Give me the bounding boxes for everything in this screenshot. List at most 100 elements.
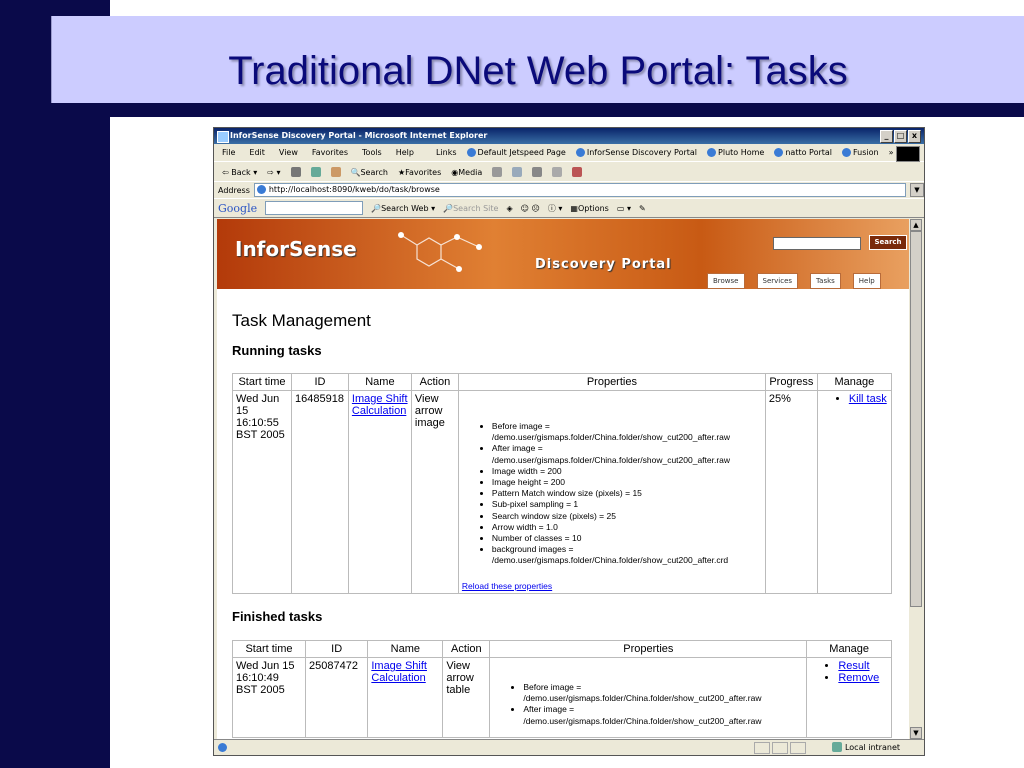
property-item: After image = /demo.user/gismaps.folder/… [492, 443, 762, 465]
home-icon[interactable] [330, 167, 341, 177]
task-name-link[interactable]: Image Shift Calculation [371, 660, 427, 684]
search-site-button[interactable]: 🔎Search Site [443, 204, 498, 213]
links-more-button[interactable]: » [889, 148, 894, 157]
col-name: Name [367, 640, 444, 658]
remove-link[interactable]: Remove [838, 672, 879, 684]
google-logo[interactable]: Google [218, 202, 257, 215]
manage-list: Kill task [821, 393, 888, 405]
vertical-scrollbar[interactable]: ▲ ▼ [910, 219, 922, 739]
task-properties: Before image = /demo.user/gismaps.folder… [489, 657, 808, 738]
nav-services[interactable]: Services [756, 273, 799, 289]
result-link[interactable]: Result [838, 660, 869, 672]
page-viewport: InforSense Discovery Portal Search Brows… [217, 219, 909, 739]
close-button[interactable]: x [908, 130, 921, 143]
scroll-down-button[interactable]: ▼ [910, 727, 922, 739]
window-title: InforSense Discovery Portal - Microsoft … [230, 131, 488, 140]
minimize-button[interactable]: _ [880, 130, 893, 143]
messenger-icon[interactable] [572, 167, 583, 177]
smiley-icon[interactable]: ☺ ☹ [521, 204, 540, 213]
nav-help[interactable]: Help [852, 273, 881, 289]
window-titlebar[interactable]: InforSense Discovery Portal - Microsoft … [214, 128, 924, 144]
task-id: 16485918 [291, 390, 349, 594]
inforsense-logo[interactable]: InforSense [235, 237, 357, 261]
standard-toolbar: ⇦ Back ▾ ⇨ ▾ 🔍Search ★Favorites ◉Media [214, 163, 924, 182]
portal-nav: Browse Services Tasks Help [707, 273, 881, 289]
windows-logo-icon [896, 146, 920, 162]
page-heading: Task Management [232, 311, 371, 330]
slide-title: Traditional DNet Web Portal: Tasks [228, 49, 848, 93]
search-button[interactable]: 🔍Search [351, 168, 388, 177]
address-input[interactable]: http://localhost:8090/kweb/do/task/brows… [253, 183, 906, 197]
options-button[interactable]: ▦Options [570, 204, 608, 213]
google-toolbar: Google 🔎Search Web ▾ 🔎Search Site ◈ ☺ ☹ … [214, 199, 924, 218]
status-cells [754, 742, 806, 754]
kill-task-link[interactable]: Kill task [849, 393, 887, 405]
forward-button[interactable]: ⇨ ▾ [267, 168, 280, 177]
task-action: View arrow table [446, 660, 474, 696]
history-icon[interactable] [492, 167, 503, 177]
google-search-input[interactable] [265, 201, 364, 215]
property-item: Sub-pixel sampling = 1 [492, 499, 762, 510]
maximize-button[interactable]: □ [894, 130, 907, 143]
favorites-button[interactable]: ★Favorites [398, 168, 441, 177]
nav-tasks[interactable]: Tasks [810, 273, 841, 289]
mail-icon[interactable] [512, 167, 523, 177]
task-progress: 25% [764, 390, 818, 594]
print-icon[interactable] [532, 167, 543, 177]
portal-search-input[interactable] [773, 237, 861, 250]
property-item: background images = /demo.user/gismaps.f… [492, 544, 762, 566]
link-inforsense[interactable]: InforSense Discovery Portal [575, 148, 697, 157]
molecule-graphic [398, 232, 482, 272]
running-tasks-table: Start time ID Name Action Properties Pro… [232, 373, 893, 594]
properties-list: Before image = /demo.user/gismaps.folder… [493, 682, 803, 727]
property-item: Search window size (pixels) = 25 [492, 511, 762, 522]
menu-help[interactable]: Help [396, 148, 414, 157]
ie-page-icon [256, 185, 266, 194]
col-manage: Manage [806, 640, 892, 658]
status-bar: Local intranet [214, 739, 924, 755]
menu-view[interactable]: View [279, 148, 298, 157]
highlighter-icon[interactable]: ✎ [639, 204, 646, 213]
slide-left-bar [0, 0, 110, 768]
stop-icon[interactable] [290, 167, 301, 177]
nav-browse[interactable]: Browse [707, 273, 745, 289]
col-start-time: Start time [232, 373, 292, 391]
task-name-link[interactable]: Image Shift Calculation [352, 393, 408, 417]
manage-list: Result Remove [810, 660, 888, 684]
menu-bar: File Edit View Favorites Tools Help Link… [214, 144, 924, 162]
property-item: Before image = /demo.user/gismaps.folder… [523, 682, 803, 704]
col-action: Action [410, 373, 459, 391]
menu-favorites[interactable]: Favorites [312, 148, 348, 157]
back-button[interactable]: ⇦ Back ▾ [222, 168, 257, 177]
link-default-jetspeed[interactable]: Default Jetspeed Page [466, 148, 566, 157]
col-properties: Properties [457, 373, 766, 391]
pagerank-icon[interactable]: ◈ [506, 204, 512, 213]
intranet-icon [831, 742, 842, 752]
menu-file[interactable]: File [222, 148, 235, 157]
ie-page-icon [707, 148, 717, 157]
portal-name: Discovery Portal [535, 257, 672, 272]
address-label: Address [218, 185, 250, 195]
media-button[interactable]: ◉Media [451, 168, 482, 177]
folder-icon[interactable]: ▭ ▾ [617, 204, 631, 213]
table-row: Wed Jun 15 16:10:49 BST 2005 25087472 Im… [232, 657, 892, 738]
portal-search-button[interactable]: Search [869, 235, 907, 250]
menu-edit[interactable]: Edit [249, 148, 265, 157]
reload-properties-link[interactable]: Reload these properties [462, 581, 762, 591]
ie-page-icon [774, 148, 784, 157]
search-web-button[interactable]: 🔎Search Web ▾ [371, 204, 435, 213]
menu-tools[interactable]: Tools [362, 148, 382, 157]
refresh-icon[interactable] [310, 167, 321, 177]
task-id: 25087472 [304, 657, 369, 738]
finished-tasks-table: Start time ID Name Action Properties Man… [232, 640, 892, 738]
info-icon[interactable]: ⓘ ▾ [548, 203, 563, 214]
link-natto-portal[interactable]: natto Portal [774, 148, 832, 157]
slide-title-underline [110, 103, 1024, 117]
address-dropdown-button[interactable]: ▼ [910, 183, 924, 197]
scroll-thumb[interactable] [910, 231, 922, 607]
link-fusion[interactable]: Fusion [842, 148, 879, 157]
edit-icon[interactable] [552, 167, 563, 177]
link-pluto-home[interactable]: Pluto Home [707, 148, 764, 157]
scroll-up-button[interactable]: ▲ [910, 219, 922, 231]
col-properties: Properties [489, 640, 808, 658]
